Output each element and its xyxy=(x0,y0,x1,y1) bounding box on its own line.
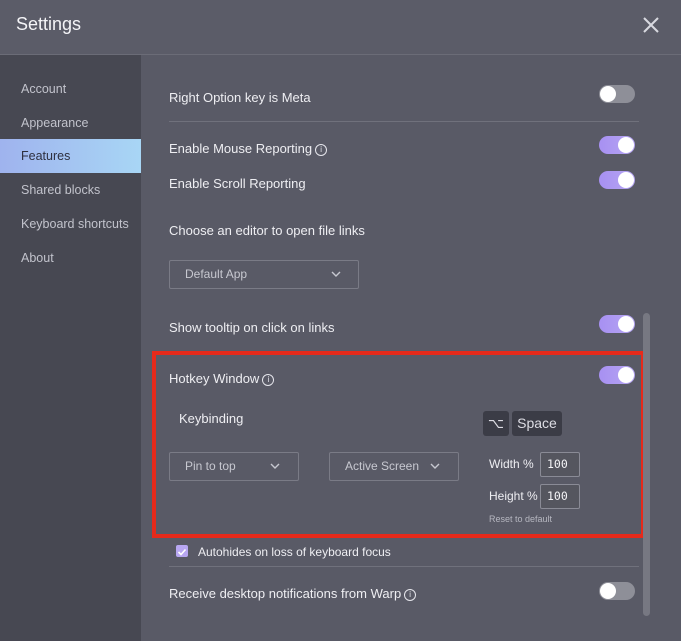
info-icon[interactable]: i xyxy=(262,373,275,386)
option-key-cap[interactable]: ⌥ xyxy=(483,411,509,436)
toggle-knob xyxy=(618,137,634,153)
pin-position-value: Pin to top xyxy=(185,459,236,473)
mouse-reporting-text: Enable Mouse Reporting xyxy=(169,141,313,156)
editor-dropdown-value: Default App xyxy=(185,267,248,281)
sidebar-item-account[interactable]: Account xyxy=(0,72,141,106)
space-key-cap[interactable]: Space xyxy=(512,411,562,436)
close-icon[interactable] xyxy=(640,14,662,36)
hotkey-window-text: Hotkey Window xyxy=(169,371,260,386)
checkmark-icon xyxy=(177,548,187,556)
pin-position-dropdown[interactable]: Pin to top xyxy=(169,452,299,481)
divider xyxy=(169,566,639,567)
editor-label: Choose an editor to open file links xyxy=(169,223,365,238)
desktop-notifications-label: Receive desktop notifications from Warp i xyxy=(169,586,417,601)
desktop-notifications-text: Receive desktop notifications from Warp xyxy=(169,586,402,601)
title-bar: Settings xyxy=(0,0,681,55)
sidebar-item-features[interactable]: Features xyxy=(0,139,141,173)
info-icon[interactable]: i xyxy=(315,143,328,156)
divider xyxy=(169,121,639,122)
hotkey-window-toggle[interactable] xyxy=(599,366,635,384)
toggle-knob xyxy=(600,86,616,102)
chevron-down-icon xyxy=(331,271,341,277)
hotkey-window-label: Hotkey Window i xyxy=(169,371,275,386)
height-percent-input[interactable]: 100 xyxy=(540,484,580,509)
settings-sidebar: Account Appearance Features Shared block… xyxy=(0,55,141,641)
editor-dropdown[interactable]: Default App xyxy=(169,260,359,289)
scroll-reporting-label: Enable Scroll Reporting xyxy=(169,176,306,191)
toggle-knob xyxy=(600,583,616,599)
mouse-reporting-toggle[interactable] xyxy=(599,136,635,154)
autohide-checkbox[interactable] xyxy=(176,545,188,557)
screen-value: Active Screen xyxy=(345,459,420,473)
sidebar-item-shared-blocks[interactable]: Shared blocks xyxy=(0,173,141,207)
height-percent-label: Height % xyxy=(489,489,538,503)
tooltip-links-toggle[interactable] xyxy=(599,315,635,333)
sidebar-item-about[interactable]: About xyxy=(0,241,141,275)
autohide-label: Autohides on loss of keyboard focus xyxy=(198,545,391,559)
right-option-meta-toggle[interactable] xyxy=(599,85,635,103)
width-percent-input[interactable]: 100 xyxy=(540,452,580,477)
sidebar-item-appearance[interactable]: Appearance xyxy=(0,106,141,140)
info-icon[interactable]: i xyxy=(404,588,417,601)
sidebar-item-keyboard-shortcuts[interactable]: Keyboard shortcuts xyxy=(0,207,141,241)
width-percent-label: Width % xyxy=(489,457,534,471)
scroll-reporting-toggle[interactable] xyxy=(599,171,635,189)
window-title: Settings xyxy=(16,14,82,34)
right-option-meta-label: Right Option key is Meta xyxy=(169,90,311,105)
mouse-reporting-label: Enable Mouse Reporting i xyxy=(169,141,328,156)
screen-dropdown[interactable]: Active Screen xyxy=(329,452,459,481)
toggle-knob xyxy=(618,316,634,332)
scrollbar[interactable] xyxy=(643,313,650,616)
keybinding-label: Keybinding xyxy=(179,411,244,426)
toggle-knob xyxy=(618,172,634,188)
desktop-notifications-toggle[interactable] xyxy=(599,582,635,600)
tooltip-links-label: Show tooltip on click on links xyxy=(169,320,335,335)
chevron-down-icon xyxy=(430,463,440,469)
chevron-down-icon xyxy=(270,463,280,469)
toggle-knob xyxy=(618,367,634,383)
reset-to-default-link[interactable]: Reset to default xyxy=(489,514,552,524)
